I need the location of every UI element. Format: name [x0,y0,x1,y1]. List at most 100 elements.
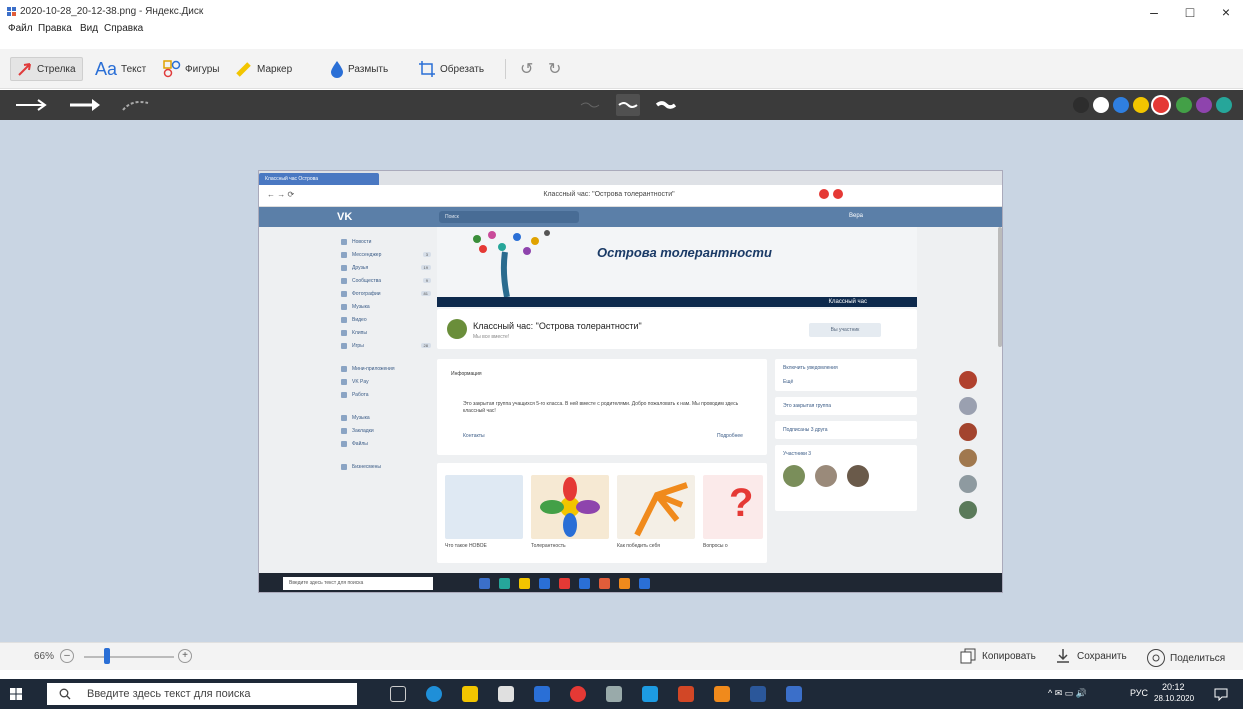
members-box: Участники 3 [775,445,917,511]
albums-block: Что такое НОВОЕ Толерантность Как победи… [437,463,767,563]
clock-date[interactable]: 28.10.2020 [1154,694,1194,703]
copy-button[interactable]: Копировать [960,648,1036,664]
yandex-disk-icon[interactable] [714,686,730,702]
save-label: Сохранить [1077,650,1127,662]
notifications-icon[interactable] [1214,687,1228,701]
text-tool-label: Текст [121,63,147,75]
zoom-in-button[interactable]: + [178,649,192,663]
thin-line-icon[interactable] [578,94,602,116]
arrow-tool-button[interactable]: Стрелка [10,57,83,81]
editor-toolbar: Стрелка Aa Текст Фигуры Маркер Размыть О… [0,49,1243,89]
zoom-slider-thumb[interactable] [104,648,110,664]
blur-tool-button[interactable]: Размыть [330,57,388,81]
zoom-out-button[interactable]: – [60,649,74,663]
medium-line-icon[interactable] [616,94,640,116]
group-title: Классный час: "Острова толерантности" [473,321,642,331]
color-swatch-green[interactable] [1176,97,1192,113]
color-swatch-purple[interactable] [1196,97,1212,113]
skype-icon[interactable] [642,686,658,702]
vk-nav-item: VK Pay [341,375,431,388]
text-icon: Aa [95,58,118,79]
save-button[interactable]: Сохранить [1055,648,1127,664]
album-label: Как победить себя [617,543,660,549]
color-swatch-yellow[interactable] [1133,97,1149,113]
vk-nav-item: Музыка [341,411,431,424]
album-thumbnail [445,475,523,539]
taskbar-search-input[interactable]: Введите здесь текст для поиска [47,683,357,705]
avatar [959,475,977,493]
window-title: 2020-10-28_20-12-38.png - Яндекс.Диск [20,6,204,17]
task-view-icon[interactable] [390,686,406,702]
color-swatch-white[interactable] [1093,97,1109,113]
maximize-button[interactable]: □ [1176,4,1204,20]
clock-time[interactable]: 20:12 [1162,682,1185,692]
menu-edit[interactable]: Правка [38,23,72,34]
arrow-style-icon[interactable] [14,97,48,113]
curved-arrow-style-icon[interactable] [120,97,154,113]
search-icon [59,688,71,700]
powerpoint-icon[interactable] [678,686,694,702]
color-swatch-black[interactable] [1073,97,1089,113]
text-tool-button[interactable]: Aa Текст [95,57,146,81]
minimize-button[interactable]: – [1140,4,1168,20]
marker-tool-button[interactable]: Маркер [235,57,292,81]
shapes-tool-button[interactable]: Фигуры [163,57,219,81]
color-swatch-red[interactable] [1153,97,1169,113]
vk-nav-item: Музыка [341,300,431,313]
page-title-text: Классный час: "Острова толерантности" [543,191,675,198]
share-label: Поделиться [1170,652,1226,664]
group-avatar [447,319,467,339]
vk-search-input: Поиск [439,211,579,223]
close-button[interactable]: × [1212,4,1240,20]
app-icon[interactable] [606,686,622,702]
info-text: Это закрытая группа учащихся 5-го класса… [463,401,739,414]
notifications-box: Включить уведомления Ещё [775,359,917,391]
edge-browser-icon[interactable] [426,686,442,702]
thick-arrow-style-icon[interactable] [68,97,102,113]
app-icon [7,7,16,16]
menu-view[interactable]: Вид [80,23,98,34]
banner-title: Острова толерантности [597,245,772,260]
menu-help[interactable]: Справка [104,23,143,34]
windows-start-icon[interactable] [10,688,22,700]
copy-label: Копировать [982,650,1036,662]
store-icon[interactable] [498,686,514,702]
tray-icons[interactable]: ^ ✉ ▭ 🔊 [1048,688,1087,699]
menu-bar: Файл Правка Вид Справка [0,22,300,36]
zoom-bar: 66% – + Копировать Сохранить Поделиться [0,642,1243,670]
thick-line-icon[interactable] [654,94,678,116]
banner-caption: Классный час [437,297,917,307]
yandex-browser-icon[interactable] [570,686,586,702]
inner-taskbar: Введите здесь текст для поиска [259,573,1002,592]
undo-button[interactable]: ↺ [520,57,533,81]
color-swatch-blue[interactable] [1113,97,1129,113]
zoom-level: 66% [34,651,55,662]
file-explorer-icon[interactable] [462,686,478,702]
avatar [959,501,977,519]
redo-button[interactable]: ↻ [548,57,561,81]
album-label: Вопросы о [703,543,728,549]
mail-icon[interactable] [534,686,550,702]
menu-file[interactable]: Файл [8,23,33,34]
vk-nav-item: Клипы [341,326,431,339]
color-swatch-teal[interactable] [1216,97,1232,113]
word-icon[interactable] [750,686,766,702]
shapes-icon [163,60,181,78]
crop-tool-button[interactable]: Обрезать [418,57,484,81]
avatar [959,371,977,389]
vk-nav-item: Новости [341,235,431,248]
avatar [959,397,977,415]
shapes-tool-label: Фигуры [185,63,220,75]
group-subtitle: Мы все вместе! [473,334,510,340]
language-indicator[interactable]: РУС [1130,688,1148,698]
avatar [959,423,977,441]
screenshot-app-icon[interactable] [786,686,802,702]
vk-user-name: Вера [849,213,864,219]
info-heading: Информация [451,371,482,377]
zoom-slider[interactable] [84,656,174,658]
share-button[interactable]: Поделиться [1146,648,1225,668]
vk-nav-item: Фотографии 81 [341,287,431,300]
extension-icon [819,189,829,199]
group-header: Классный час: "Острова толерантности" Мы… [437,309,917,349]
screenshot-image[interactable]: Классный час Острова ← → ⟳ Классный час:… [258,170,1003,593]
